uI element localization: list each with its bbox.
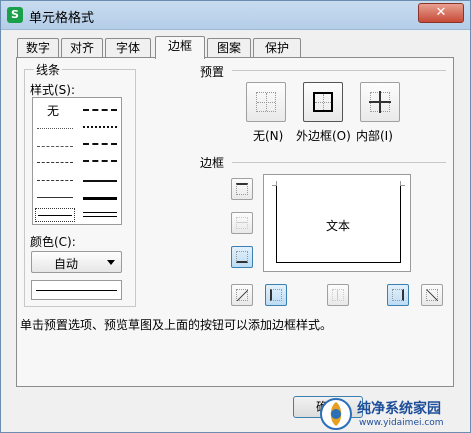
preview-text: 文本: [326, 219, 351, 233]
preset-group-label: 预置: [200, 65, 225, 79]
tab-pattern[interactable]: 图案: [207, 38, 251, 57]
preset-outline-label: 外边框(O): [296, 129, 351, 143]
line-style-double[interactable]: [83, 212, 117, 217]
watermark-url: www.yidaimei.com: [359, 418, 444, 428]
line-style-none[interactable]: 无: [47, 102, 59, 119]
border-middle-vertical-button[interactable]: [327, 284, 349, 306]
wps-app-icon: S: [7, 7, 23, 23]
close-icon: ✕: [435, 5, 447, 20]
preview-left-border[interactable]: [276, 185, 277, 263]
line-style-medium[interactable]: [83, 180, 117, 182]
border-left-icon: [270, 289, 282, 301]
border-top-button[interactable]: [231, 178, 253, 200]
border-middle-horizontal-button[interactable]: [231, 212, 253, 234]
line-style-thin[interactable]: [37, 197, 73, 198]
line-style-medium-dash-dot[interactable]: [83, 143, 117, 145]
line-style-dotted[interactable]: [37, 128, 73, 129]
diagonal-up-icon: [236, 289, 249, 302]
line-style-thick[interactable]: [83, 197, 117, 200]
dialog-title: 单元格格式: [29, 11, 95, 26]
line-style-selected-thin[interactable]: [35, 208, 75, 222]
preset-none-label: 无(N): [253, 129, 284, 143]
style-label: 样式(S):: [30, 83, 76, 97]
preview-bottom-border[interactable]: [276, 262, 400, 263]
border-vertical-icon: [332, 289, 344, 301]
border-preview[interactable]: 文本: [263, 174, 411, 272]
close-button[interactable]: ✕: [418, 3, 464, 23]
preview-right-border[interactable]: [400, 185, 401, 263]
tab-font[interactable]: 字体: [105, 38, 151, 57]
border-diagonal-up-button[interactable]: [231, 284, 253, 306]
title-bar[interactable]: S 单元格格式 ✕: [1, 1, 470, 30]
border-bottom-button[interactable]: [231, 246, 253, 268]
line-style-slanted[interactable]: [83, 160, 117, 162]
preset-none-button[interactable]: [246, 82, 286, 122]
line-style-dashed[interactable]: [37, 146, 73, 147]
watermark-logo-icon: [320, 398, 352, 430]
preset-inside-label: 内部(I): [356, 129, 393, 143]
tab-protection[interactable]: 保护: [253, 38, 301, 57]
tab-alignment[interactable]: 对齐: [61, 38, 103, 57]
border-bottom-icon: [236, 251, 248, 263]
watermark: 纯净系统家园 www.yidaimei.com: [319, 397, 467, 431]
line-group-label: 线条: [34, 61, 63, 78]
border-left-button[interactable]: [265, 284, 287, 306]
line-style-dash-dot-dot[interactable]: [37, 180, 73, 181]
border-none-icon: [256, 92, 276, 112]
preset-outline-button[interactable]: [303, 82, 343, 122]
watermark-title: 纯净系统家园: [357, 401, 441, 417]
border-inside-icon: [369, 91, 391, 113]
preview-corner-mark: [400, 181, 405, 186]
line-style-list[interactable]: 无: [32, 97, 122, 225]
border-top-icon: [236, 183, 248, 195]
border-diagonal-down-button[interactable]: [421, 284, 443, 306]
color-dropdown[interactable]: 自动: [31, 251, 122, 273]
border-outline-icon: [313, 92, 333, 112]
color-value: 自动: [54, 257, 79, 271]
border-right-icon: [392, 289, 404, 301]
preset-separator: [232, 70, 446, 71]
chevron-down-icon: [107, 260, 115, 265]
color-label: 颜色(C):: [30, 235, 76, 249]
tab-border[interactable]: 边框: [155, 36, 205, 59]
border-horizontal-icon: [236, 217, 248, 229]
border-right-button[interactable]: [387, 284, 409, 306]
tab-number[interactable]: 数字: [17, 38, 59, 57]
border-group-label: 边框: [200, 156, 225, 170]
hint-text: 单击预置选项、预览草图及上面的按钮可以添加边框样式。: [20, 318, 333, 332]
line-style-dash-dot[interactable]: [37, 162, 73, 163]
preset-inside-button[interactable]: [360, 82, 400, 122]
line-color-preview: [31, 280, 122, 300]
line-style-medium-dashed[interactable]: [83, 109, 117, 111]
border-separator: [232, 162, 446, 163]
line-style-medium-dotted[interactable]: [83, 126, 117, 128]
preview-corner-mark: [272, 181, 277, 186]
diagonal-down-icon: [426, 289, 439, 302]
